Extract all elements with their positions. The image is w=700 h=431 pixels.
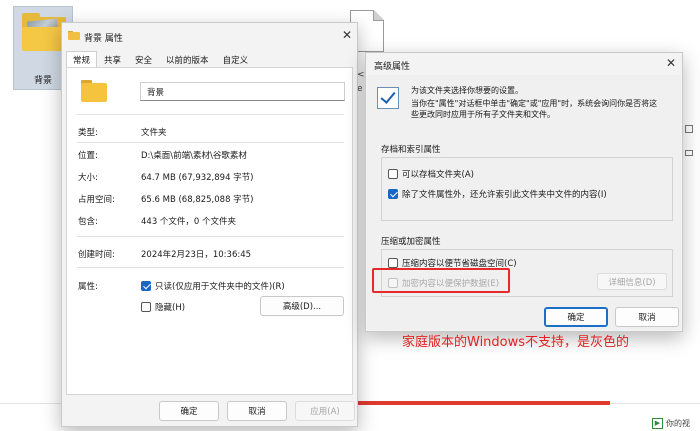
location-label: 位置:: [78, 151, 98, 161]
contains-value: 443 个文件，0 个文件夹: [141, 217, 237, 227]
folder-icon: [22, 13, 66, 51]
status-item[interactable]: ▶ 你的视: [652, 415, 700, 431]
advanced-button[interactable]: 高级(D)...: [260, 296, 344, 316]
cancel-button[interactable]: 取消: [615, 307, 679, 327]
tab-security[interactable]: 安全: [128, 51, 159, 68]
contains-label: 包含:: [78, 217, 98, 227]
divider: [77, 142, 344, 143]
tab-customize[interactable]: 自定义: [216, 51, 256, 68]
tab-previous-versions[interactable]: 以前的版本: [159, 51, 216, 68]
folder-icon: [68, 31, 80, 40]
archive-label: 可以存档文件夹(A): [402, 170, 474, 180]
close-icon[interactable]: ✕: [339, 27, 355, 43]
tab-strip: 常规 共享 安全 以前的版本 自定义: [66, 51, 255, 68]
annotation-highlight-box: [372, 268, 510, 293]
folder-name-field[interactable]: 背景: [140, 82, 345, 101]
details-button: 详细信息(D): [597, 273, 667, 290]
compress-encrypt-group-title: 压缩或加密属性: [381, 237, 441, 247]
location-value: D:\桌面\前端\素材\谷歌素材: [141, 151, 247, 161]
description-line-3: 些更改同时应用于所有子文件夹和文件。: [411, 110, 555, 119]
divider: [77, 236, 344, 237]
apply-button[interactable]: 应用(A): [295, 401, 355, 421]
folder-icon: [81, 80, 107, 102]
hidden-label: 隐藏(H): [155, 303, 186, 313]
dialog-title: 高级属性: [374, 62, 411, 72]
annotation-text: 家庭版本的Windows不支持，是灰色的: [402, 335, 630, 350]
general-pane: 背景 类型: 文件夹 位置: D:\桌面\前端\素材\谷歌素材 大小: 64.7…: [66, 67, 353, 395]
size-on-disk-label: 占用空间:: [78, 195, 115, 205]
tab-general[interactable]: 常规: [66, 51, 98, 68]
toolbar-icon-2[interactable]: [685, 150, 693, 156]
description-line-2: 当你在"属性"对话框中单击"确定"或"应用"时，系统会询问你是否将这: [411, 99, 658, 108]
hidden-checkbox[interactable]: [141, 302, 151, 312]
archive-option[interactable]: 可以存档文件夹(A): [388, 168, 474, 180]
status-text: 你的视: [666, 418, 690, 428]
archive-checkbox[interactable]: [388, 169, 398, 179]
readonly-label: 只读(仅应用于文件夹中的文件)(R): [155, 282, 285, 292]
type-label: 类型:: [78, 128, 98, 138]
divider: [77, 267, 344, 268]
type-value: 文件夹: [141, 128, 167, 138]
archive-index-group-title: 存档和索引属性: [381, 145, 441, 155]
tab-sharing[interactable]: 共享: [97, 51, 128, 68]
file-label-fragment: <: [357, 70, 365, 80]
progress-bar: [355, 401, 610, 405]
divider: [77, 114, 344, 115]
cancel-button[interactable]: 取消: [227, 401, 287, 421]
ok-button[interactable]: 确定: [159, 401, 219, 421]
compress-checkbox[interactable]: [388, 258, 398, 268]
dialog-title: 背景 属性: [84, 34, 123, 44]
size-value: 64.7 MB (67,932,894 字节): [141, 173, 254, 183]
created-label: 创建时间:: [78, 250, 115, 260]
description-line-1: 为该文件夹选择你想要的设置。: [411, 86, 523, 95]
attributes-label: 属性:: [78, 282, 98, 292]
properties-dialog: 背景 属性 ✕ 常规 共享 安全 以前的版本 自定义 背景 类型: 文件夹 位置…: [61, 22, 358, 427]
readonly-option[interactable]: 只读(仅应用于文件夹中的文件)(R): [141, 280, 285, 292]
size-on-disk-value: 65.6 MB (68,825,088 字节): [141, 195, 254, 205]
hidden-option[interactable]: 隐藏(H): [141, 301, 185, 313]
size-label: 大小:: [78, 173, 98, 183]
readonly-checkbox[interactable]: [141, 281, 151, 291]
archive-index-group: 可以存档文件夹(A) 除了文件属性外，还允许索引此文件夹中文件的内容(I): [381, 157, 673, 221]
index-checkbox[interactable]: [388, 189, 398, 199]
index-option[interactable]: 除了文件属性外，还允许索引此文件夹中文件的内容(I): [388, 188, 607, 200]
checkmark-icon: [377, 87, 399, 109]
index-label: 除了文件属性外，还允许索引此文件夹中文件的内容(I): [402, 190, 607, 200]
ok-button[interactable]: 确定: [544, 307, 608, 327]
play-icon: ▶: [652, 417, 663, 429]
close-icon[interactable]: ✕: [663, 55, 679, 71]
created-value: 2024年2月23日，10:36:45: [141, 250, 252, 260]
toolbar-icon[interactable]: [685, 125, 693, 133]
